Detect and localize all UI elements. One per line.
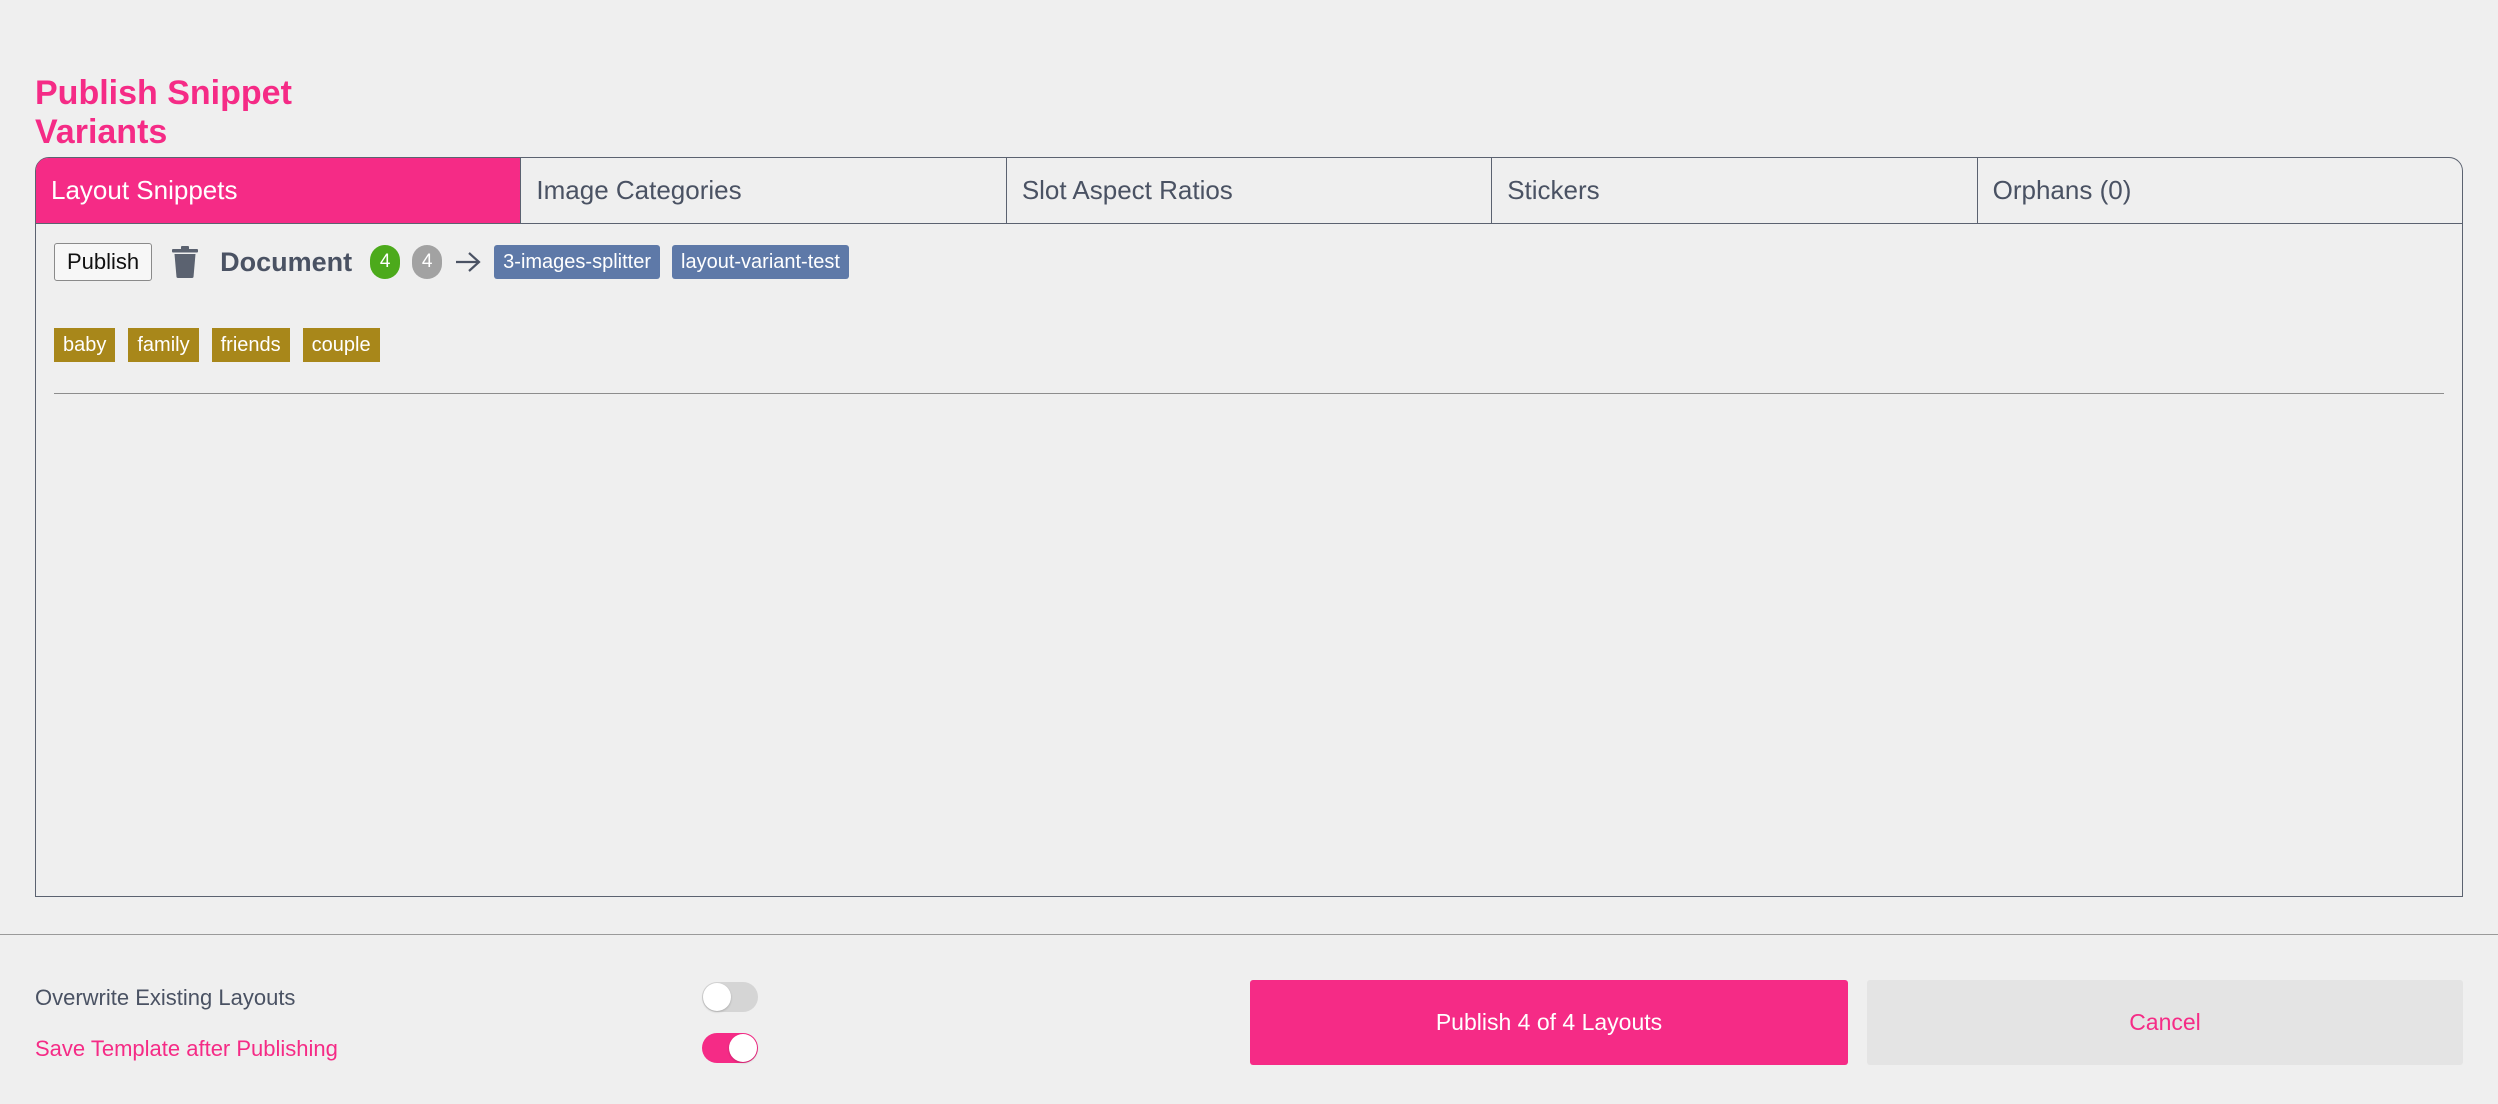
- tab-panel: Layout Snippets Image Categories Slot As…: [35, 157, 2463, 897]
- tab-orphans[interactable]: Orphans (0): [1978, 158, 2462, 223]
- tab-stickers[interactable]: Stickers: [1492, 158, 1978, 223]
- row-divider: [54, 393, 2444, 394]
- snippet-publish-button[interactable]: Publish: [54, 243, 153, 281]
- publish-layouts-button[interactable]: Publish 4 of 4 Layouts: [1250, 980, 1848, 1065]
- tab-layout-snippets[interactable]: Layout Snippets: [36, 158, 522, 223]
- cancel-button[interactable]: Cancel: [1867, 980, 2463, 1065]
- category-tag: baby: [54, 328, 116, 362]
- category-tag: couple: [302, 328, 380, 362]
- trash-icon[interactable]: [170, 245, 200, 279]
- target-chip: layout-variant-test: [672, 245, 849, 279]
- target-chip: 3-images-splitter: [494, 245, 660, 279]
- tab-bar: Layout Snippets Image Categories Slot As…: [36, 158, 2462, 224]
- save-template-toggle[interactable]: [702, 1033, 758, 1063]
- toggle-knob: [703, 983, 731, 1011]
- tab-image-categories[interactable]: Image Categories: [521, 158, 1007, 223]
- publish-snippet-variants-dialog: Publish Snippet Variants Layout Snippets…: [0, 0, 2498, 1104]
- category-tag: family: [128, 328, 199, 362]
- save-template-label: Save Template after Publishing: [35, 1036, 338, 1061]
- snippet-name: Document: [220, 246, 353, 277]
- total-count-badge: 4: [412, 245, 443, 279]
- overwrite-existing-toggle[interactable]: [702, 982, 758, 1012]
- footer-divider: [0, 934, 2498, 935]
- toggle-knob: [729, 1034, 757, 1062]
- arrow-right-icon: [454, 250, 482, 274]
- tag-list: baby family friends couple: [54, 328, 393, 362]
- overwrite-existing-label: Overwrite Existing Layouts: [35, 985, 296, 1010]
- snippet-row: Publish Document 4 4 3-images-splitter l…: [54, 242, 849, 282]
- published-count-badge: 4: [370, 245, 401, 279]
- tab-slot-aspect-ratios[interactable]: Slot Aspect Ratios: [1007, 158, 1493, 223]
- category-tag: friends: [211, 328, 290, 362]
